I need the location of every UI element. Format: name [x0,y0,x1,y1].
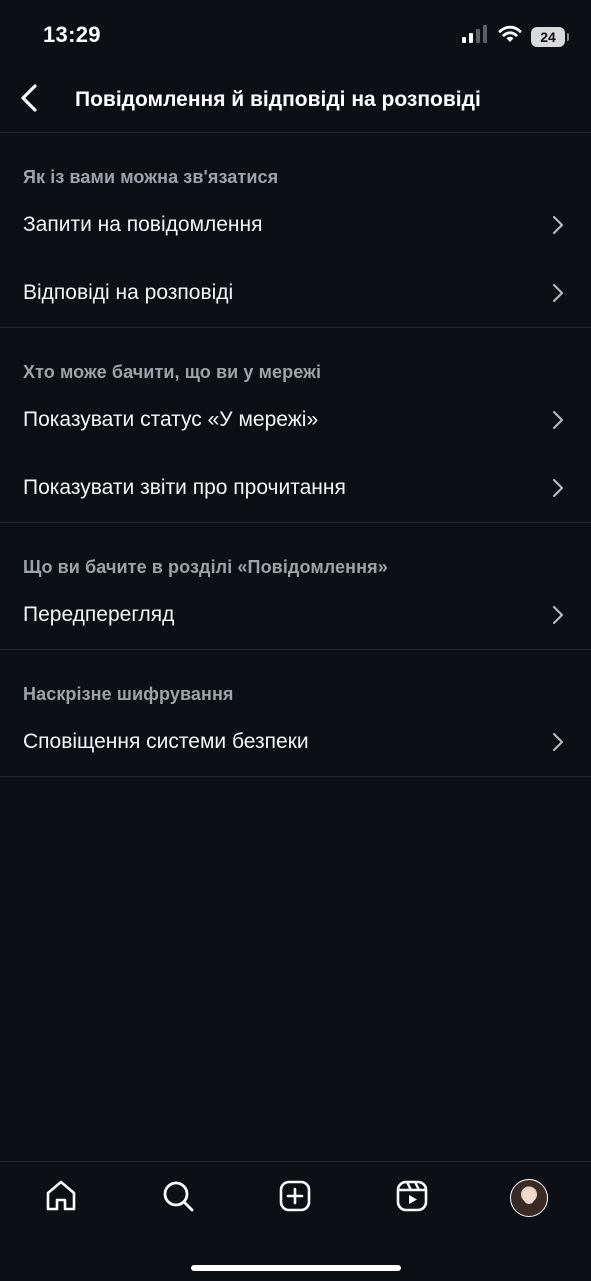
battery-level: 24 [540,28,556,45]
section-title: Наскрізне шифрування [23,684,234,704]
back-button[interactable] [14,83,44,117]
cellular-signal-icon [461,25,489,48]
wifi-icon [497,24,523,49]
header: Повідомлення й відповіді на розповіді [0,70,591,133]
list-item-label: Показувати статус «У мережі» [23,408,319,431]
list-item-preview[interactable]: Передперегляд [0,581,591,649]
chevron-right-icon [552,215,564,235]
tab-create[interactable] [275,1178,315,1218]
chevron-left-icon [20,83,38,117]
tab-bar [0,1161,591,1281]
list-item-label: Відповіді на розповіді [23,281,234,304]
home-indicator [190,1265,401,1271]
tab-reels[interactable] [392,1178,432,1218]
battery-icon: 24 [531,26,569,47]
chevron-right-icon [552,605,564,625]
section-encryption: Наскрізне шифрування Сповіщення системи … [0,650,591,777]
chevron-right-icon [552,478,564,498]
tab-home[interactable] [41,1178,81,1218]
section-title: Хто може бачити, що ви у мережі [23,362,322,382]
home-icon [44,1179,78,1218]
section-title: Як із вами можна зв'язатися [23,167,279,187]
tab-profile[interactable] [509,1178,549,1218]
list-item-activity-status[interactable]: Показувати статус «У мережі» [0,386,591,454]
list-item-message-requests[interactable]: Запити на повідомлення [0,191,591,259]
avatar [510,1179,548,1217]
chevron-right-icon [552,732,564,752]
list-item-story-replies[interactable]: Відповіді на розповіді [0,259,591,327]
list-item-label: Показувати звіти про прочитання [23,476,346,499]
chevron-right-icon [552,283,564,303]
chevron-right-icon [552,410,564,430]
list-item-security-alerts[interactable]: Сповіщення системи безпеки [0,708,591,776]
section-title: Що ви бачите в розділі «Повідомлення» [23,557,388,577]
list-item-read-receipts[interactable]: Показувати звіти про прочитання [0,454,591,522]
status-bar: 13:29 24 [0,0,591,70]
section-online: Хто може бачити, що ви у мережі Показува… [0,328,591,523]
settings-list: Як із вами можна зв'язатися Запити на по… [0,133,591,777]
tab-search[interactable] [158,1178,198,1218]
search-icon [161,1179,195,1218]
section-contact: Як із вами можна зв'язатися Запити на по… [0,133,591,328]
list-item-label: Сповіщення системи безпеки [23,730,309,753]
section-messages-view: Що ви бачите в розділі «Повідомлення» Пе… [0,523,591,650]
create-icon [278,1179,312,1218]
list-item-label: Передперегляд [23,603,175,626]
page-title: Повідомлення й відповіді на розповіді [75,88,481,111]
reels-icon [395,1179,429,1218]
list-item-label: Запити на повідомлення [23,213,263,236]
status-time: 13:29 [43,22,101,47]
status-icons: 24 [461,24,569,49]
